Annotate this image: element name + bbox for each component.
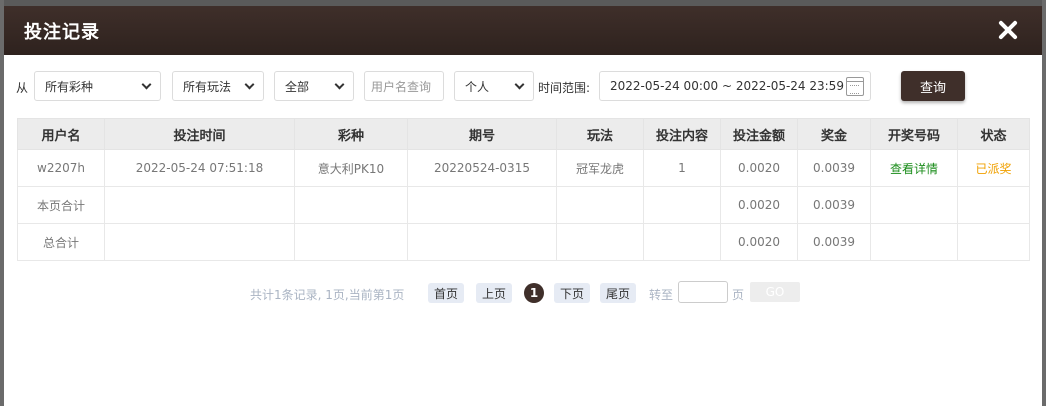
- page-label: 页: [732, 288, 745, 302]
- go-button[interactable]: GO: [750, 282, 800, 302]
- table-row-page-total: 本页合计 0.0020 0.0039: [17, 186, 1030, 224]
- cell-empty: [643, 223, 721, 261]
- first-page-button[interactable]: 首页: [428, 283, 465, 303]
- username-placeholder: 用户名查询: [371, 79, 432, 94]
- cell-content: 1: [643, 149, 721, 187]
- scope-select[interactable]: 个人: [454, 71, 534, 101]
- records-table: 用户名 投注时间 彩种 期号 玩法 投注内容 投注金额 奖金 开奖号码 状态 w…: [17, 118, 1030, 261]
- status-select-value: 全部: [285, 79, 310, 94]
- date-range-input[interactable]: 2022-05-24 00:00 ~ 2022-05-24 23:59: [599, 71, 871, 101]
- table-header-row: 用户名 投注时间 彩种 期号 玩法 投注内容 投注金额 奖金 开奖号码 状态: [17, 118, 1030, 150]
- chevron-down-icon: [141, 79, 152, 89]
- cell-empty: [643, 186, 721, 224]
- col-header: 开奖号码: [870, 118, 958, 150]
- col-header: 彩种: [294, 118, 408, 150]
- goto-label: 转至: [649, 288, 674, 302]
- cell-username: w2207h: [17, 149, 105, 187]
- play-select[interactable]: 所有玩法: [172, 71, 264, 101]
- cell-empty: [407, 186, 557, 224]
- username-input[interactable]: 用户名查询: [364, 71, 444, 101]
- cell-play: 冠军龙虎: [556, 149, 644, 187]
- status-select[interactable]: 全部: [274, 71, 354, 101]
- cell-amount: 0.0020: [720, 186, 798, 224]
- cell-lottery: 意大利PK10: [294, 149, 408, 187]
- chevron-down-icon: [514, 79, 525, 89]
- date-range-value: 2022-05-24 00:00 ~ 2022-05-24 23:59: [610, 79, 844, 93]
- goto-page-input[interactable]: [678, 281, 728, 303]
- cell-bonus: 0.0039: [797, 223, 871, 261]
- pagination: 共计1条记录, 1页,当前第1页 首页 上页 1 下页 尾页 转至 页 GO: [4, 281, 1042, 305]
- cell-empty: [407, 223, 557, 261]
- filter-bar: 从 所有彩种 所有玩法 全部 用户名查询 个人 时间范围: 2022-05-24…: [4, 71, 1042, 101]
- play-select-value: 所有玩法: [183, 79, 232, 94]
- time-range-label: 时间范围:: [538, 81, 591, 95]
- col-header: 用户名: [17, 118, 105, 150]
- backdrop: [1042, 0, 1046, 406]
- cell-empty: [870, 186, 958, 224]
- cell-empty: [957, 186, 1030, 224]
- col-header: 投注时间: [104, 118, 295, 150]
- cell-empty: [104, 186, 295, 224]
- col-header: 投注金额: [720, 118, 798, 150]
- cell-empty: [104, 223, 295, 261]
- calendar-icon[interactable]: [846, 77, 864, 96]
- pagination-info: 共计1条记录, 1页,当前第1页: [250, 288, 405, 302]
- cell-empty: [556, 223, 644, 261]
- cell-label: 总合计: [17, 223, 105, 261]
- cell-empty: [294, 186, 408, 224]
- cell-amount: 0.0020: [720, 223, 798, 261]
- cell-issue: 20220524-0315: [407, 149, 557, 187]
- modal-title: 投注记录: [24, 21, 100, 43]
- table-row: w2207h 2022-05-24 07:51:18 意大利PK10 20220…: [17, 149, 1030, 187]
- cell-empty: [870, 223, 958, 261]
- status-badge: 已派奖: [957, 149, 1030, 187]
- prev-page-button[interactable]: 上页: [476, 283, 513, 303]
- current-page[interactable]: 1: [524, 283, 544, 303]
- lottery-select[interactable]: 所有彩种: [34, 71, 161, 101]
- bet-records-modal: 投注记录 从 所有彩种 所有玩法 全部 用户名查询 个人 时间范围: 2022-…: [4, 6, 1042, 406]
- scope-select-value: 个人: [465, 79, 490, 94]
- from-label: 从: [16, 81, 29, 95]
- col-header: 奖金: [797, 118, 871, 150]
- lottery-select-value: 所有彩种: [45, 79, 94, 94]
- modal-header: 投注记录: [4, 6, 1042, 55]
- cell-empty: [294, 223, 408, 261]
- col-header: 期号: [407, 118, 557, 150]
- cell-bet-time: 2022-05-24 07:51:18: [104, 149, 295, 187]
- cell-amount: 0.0020: [720, 149, 798, 187]
- cell-empty: [957, 223, 1030, 261]
- close-icon[interactable]: [996, 18, 1020, 42]
- last-page-button[interactable]: 尾页: [600, 283, 637, 303]
- view-details-link[interactable]: 查看详情: [870, 149, 958, 187]
- cell-bonus: 0.0039: [797, 149, 871, 187]
- next-page-button[interactable]: 下页: [554, 283, 591, 303]
- chevron-down-icon: [334, 79, 345, 89]
- cell-label: 本页合计: [17, 186, 105, 224]
- col-header: 投注内容: [643, 118, 721, 150]
- cell-empty: [556, 186, 644, 224]
- query-button[interactable]: 查询: [901, 71, 965, 101]
- col-header: 玩法: [556, 118, 644, 150]
- chevron-down-icon: [244, 79, 255, 89]
- col-header: 状态: [957, 118, 1030, 150]
- cell-bonus: 0.0039: [797, 186, 871, 224]
- table-row-grand-total: 总合计 0.0020 0.0039: [17, 223, 1030, 261]
